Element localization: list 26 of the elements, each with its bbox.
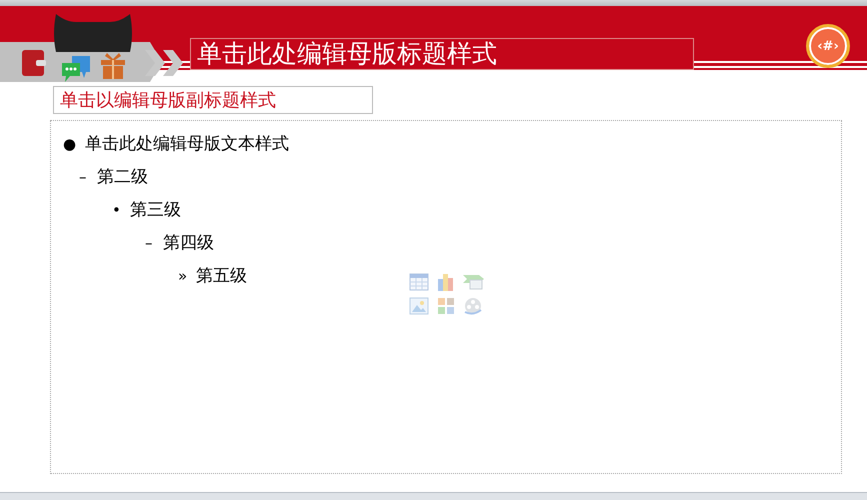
subtitle-placeholder[interactable]: 单击以编辑母版副标题样式 [53, 86, 373, 114]
bullet: – [79, 168, 88, 186]
body-text: 第五级 [196, 265, 247, 287]
card-icon [463, 273, 485, 291]
body-text: 第四级 [163, 232, 214, 254]
bullet: • [112, 200, 122, 218]
bullet: ● [63, 134, 78, 152]
film-reel-icon [463, 297, 483, 315]
bar-chart-icon [436, 273, 456, 291]
wallet-icon [22, 50, 46, 76]
bullet: » [178, 266, 188, 284]
slide-number: ‹#› [817, 38, 839, 54]
body-text: 单击此处编辑母版文本样式 [85, 133, 289, 155]
body-text: 第三级 [130, 199, 181, 221]
subtitle-text: 单击以编辑母版副标题样式 [60, 89, 276, 112]
gift-box-icon [101, 53, 125, 79]
title-placeholder[interactable]: 单击此处编辑母版标题样式 [190, 38, 694, 70]
bullet: – [145, 234, 154, 252]
cat-head-icon [52, 14, 134, 52]
body-placeholder[interactable]: ● 单击此处编辑母版文本样式 – 第二级 • 第三级 – 第四级 » 第五级 [50, 120, 842, 474]
body-text: 第二级 [97, 166, 148, 188]
title-text: 单击此处编辑母版标题样式 [197, 39, 497, 69]
photo-grid-icon [436, 297, 456, 315]
chat-bubbles-icon [62, 56, 92, 84]
image-icon [409, 297, 429, 315]
table-icon [409, 273, 429, 291]
